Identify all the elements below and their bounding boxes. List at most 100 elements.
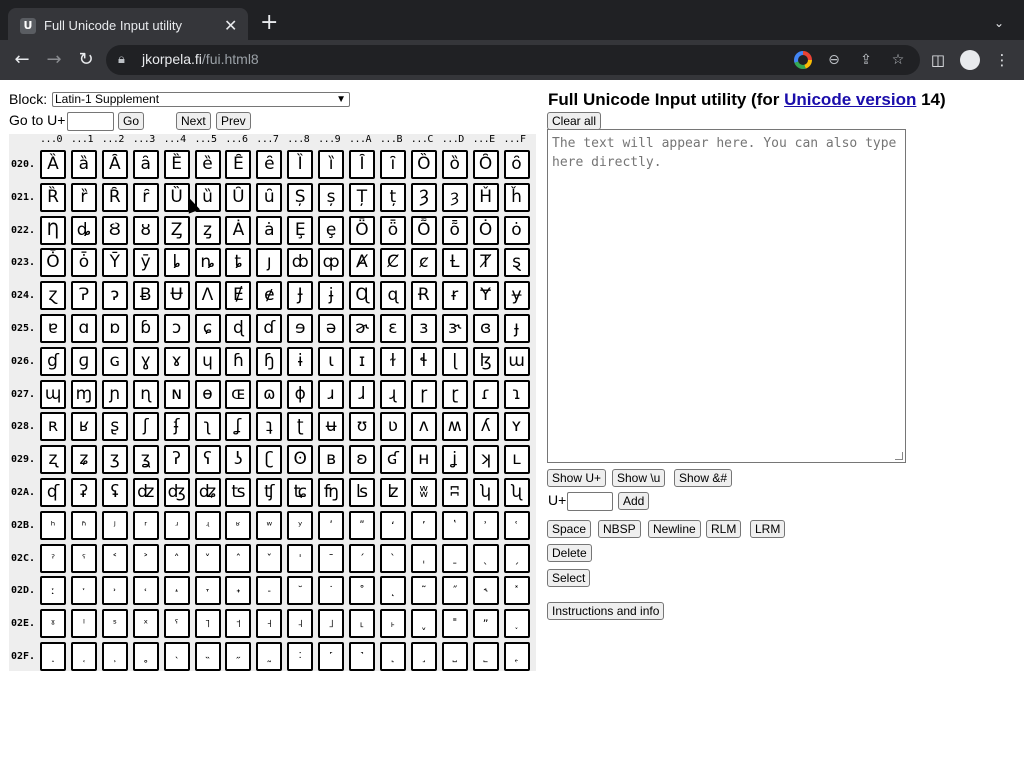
char-cell[interactable]: ˬ [410, 609, 437, 639]
char-cell[interactable]: ʹ [318, 510, 345, 540]
char-cell[interactable]: ʳ [132, 510, 159, 540]
char-cell[interactable]: ʚ [349, 445, 375, 475]
char-cell[interactable]: ʱ [70, 510, 97, 540]
char-cell[interactable]: ɍ [441, 281, 468, 311]
char-cell[interactable]: ˫ [379, 609, 406, 639]
char-cell[interactable]: Ƚ [441, 248, 468, 278]
char-cell[interactable]: Ȗ [225, 182, 252, 212]
char-cell[interactable]: ʖ [225, 445, 252, 475]
uplus-input[interactable] [567, 492, 613, 511]
char-cell[interactable]: ȣ [132, 215, 159, 245]
clear-all-button[interactable]: Clear all [547, 112, 602, 130]
char-cell[interactable]: ˓ [132, 576, 159, 606]
char-cell[interactable]: ȅ [194, 150, 221, 179]
char-cell[interactable]: Ȅ [163, 150, 190, 179]
close-icon[interactable]: ✕ [224, 16, 237, 35]
char-cell[interactable]: ɐ [40, 314, 66, 343]
char-cell[interactable]: ʒ [101, 445, 128, 475]
char-cell[interactable]: ȏ [503, 150, 530, 179]
char-cell[interactable]: ɭ [441, 346, 468, 376]
char-cell[interactable]: ʲ [101, 510, 128, 540]
char-cell[interactable]: ˢ [101, 609, 128, 639]
char-cell[interactable]: ɖ [225, 314, 252, 343]
char-cell[interactable]: Ț [349, 182, 375, 212]
char-cell[interactable]: ɉ [318, 281, 345, 311]
char-cell[interactable]: ȇ [256, 150, 283, 179]
address-bar[interactable]: 🔒︎ jkorpela.fi/fui.html8 ⊖ ⇪ ☆ [106, 45, 920, 75]
char-cell[interactable]: ʋ [379, 412, 406, 442]
char-cell[interactable]: ˇ [256, 543, 283, 573]
char-cell[interactable]: ˅ [194, 543, 221, 573]
char-cell[interactable]: ˽ [441, 642, 468, 671]
char-cell[interactable]: ɜ [410, 314, 437, 343]
char-cell[interactable]: ɚ [349, 314, 375, 343]
char-cell[interactable]: ɵ [194, 379, 221, 409]
char-cell[interactable]: ʰ [40, 510, 66, 540]
char-cell[interactable]: ț [379, 182, 406, 212]
char-cell[interactable]: Ȑ [40, 182, 66, 212]
char-cell[interactable]: ɂ [101, 281, 128, 311]
char-cell[interactable]: ˉ [318, 543, 345, 573]
char-cell[interactable]: ȝ [441, 182, 468, 212]
char-cell[interactable]: ɩ [318, 346, 345, 376]
char-cell[interactable]: ʥ [194, 478, 221, 507]
char-cell[interactable]: ș [318, 182, 345, 212]
char-cell[interactable]: Ⱥ [349, 248, 375, 278]
char-cell[interactable]: ˹ [318, 642, 345, 671]
rlm-button[interactable]: RLM [706, 520, 742, 538]
char-cell[interactable]: ɗ [256, 314, 283, 343]
char-cell[interactable]: ˧ [256, 609, 283, 639]
char-cell[interactable]: Ȟ [472, 182, 499, 212]
char-cell[interactable]: ˣ [132, 609, 159, 639]
char-cell[interactable]: ˤ [163, 609, 190, 639]
char-cell[interactable]: ʿ [503, 510, 530, 540]
arrow-right-icon[interactable]: → [42, 48, 66, 72]
space-button[interactable]: Space [547, 520, 592, 538]
char-cell[interactable]: ʺ [349, 510, 375, 540]
char-cell[interactable]: Ȉ [287, 150, 314, 179]
char-cell[interactable]: ˠ [40, 609, 66, 639]
char-cell[interactable]: ɱ [70, 379, 97, 409]
char-cell[interactable]: ʊ [349, 412, 375, 442]
char-cell[interactable]: ɠ [40, 346, 66, 376]
char-cell[interactable]: ɤ [163, 346, 190, 376]
char-cell[interactable]: ˏ [503, 543, 530, 573]
char-cell[interactable]: ˴ [163, 642, 190, 671]
char-cell[interactable]: ˮ [472, 609, 499, 639]
char-cell[interactable]: ɽ [441, 379, 468, 409]
char-cell[interactable]: ȧ [256, 215, 283, 245]
char-cell[interactable]: ʠ [40, 478, 66, 507]
char-cell[interactable]: Ȓ [101, 182, 128, 212]
char-cell[interactable]: ˆ [225, 543, 252, 573]
char-cell[interactable]: ˦ [225, 609, 252, 639]
char-cell[interactable]: ʵ [194, 510, 221, 540]
kebab-menu-icon[interactable]: ⋮ [990, 48, 1014, 72]
char-cell[interactable]: ɛ [379, 314, 406, 343]
show-uplus-button[interactable]: Show U+ [547, 469, 607, 487]
char-cell[interactable]: ˶ [225, 642, 252, 671]
char-cell[interactable]: ɪ [349, 346, 375, 376]
char-cell[interactable]: ȯ [503, 215, 530, 245]
char-cell[interactable]: Ȳ [101, 248, 128, 278]
block-select[interactable]: Latin-1 Supplement ▼ [52, 92, 350, 107]
char-cell[interactable]: ɘ [287, 314, 314, 343]
char-cell[interactable]: ʞ [472, 445, 499, 475]
char-cell[interactable]: ʾ [472, 510, 499, 540]
char-cell[interactable]: ȹ [318, 248, 345, 278]
char-cell[interactable]: ɏ [503, 281, 530, 311]
char-cell[interactable]: ʅ [194, 412, 221, 442]
char-cell[interactable]: ˝ [441, 576, 468, 606]
char-cell[interactable]: Ɏ [472, 281, 499, 311]
char-cell[interactable]: ɑ [70, 314, 97, 343]
char-cell[interactable]: ˕ [194, 576, 221, 606]
char-cell[interactable]: ɻ [379, 379, 406, 409]
char-cell[interactable]: Ȫ [349, 215, 375, 245]
char-cell[interactable]: ɒ [101, 314, 128, 343]
char-cell[interactable]: ɦ [225, 346, 252, 376]
char-cell[interactable]: ˞ [472, 576, 499, 606]
char-cell[interactable]: ˩ [318, 609, 345, 639]
char-cell[interactable]: ʫ [379, 478, 406, 507]
char-cell[interactable]: ɞ [472, 314, 499, 343]
char-cell[interactable]: ʀ [40, 412, 66, 442]
char-cell[interactable]: ˾ [472, 642, 499, 671]
